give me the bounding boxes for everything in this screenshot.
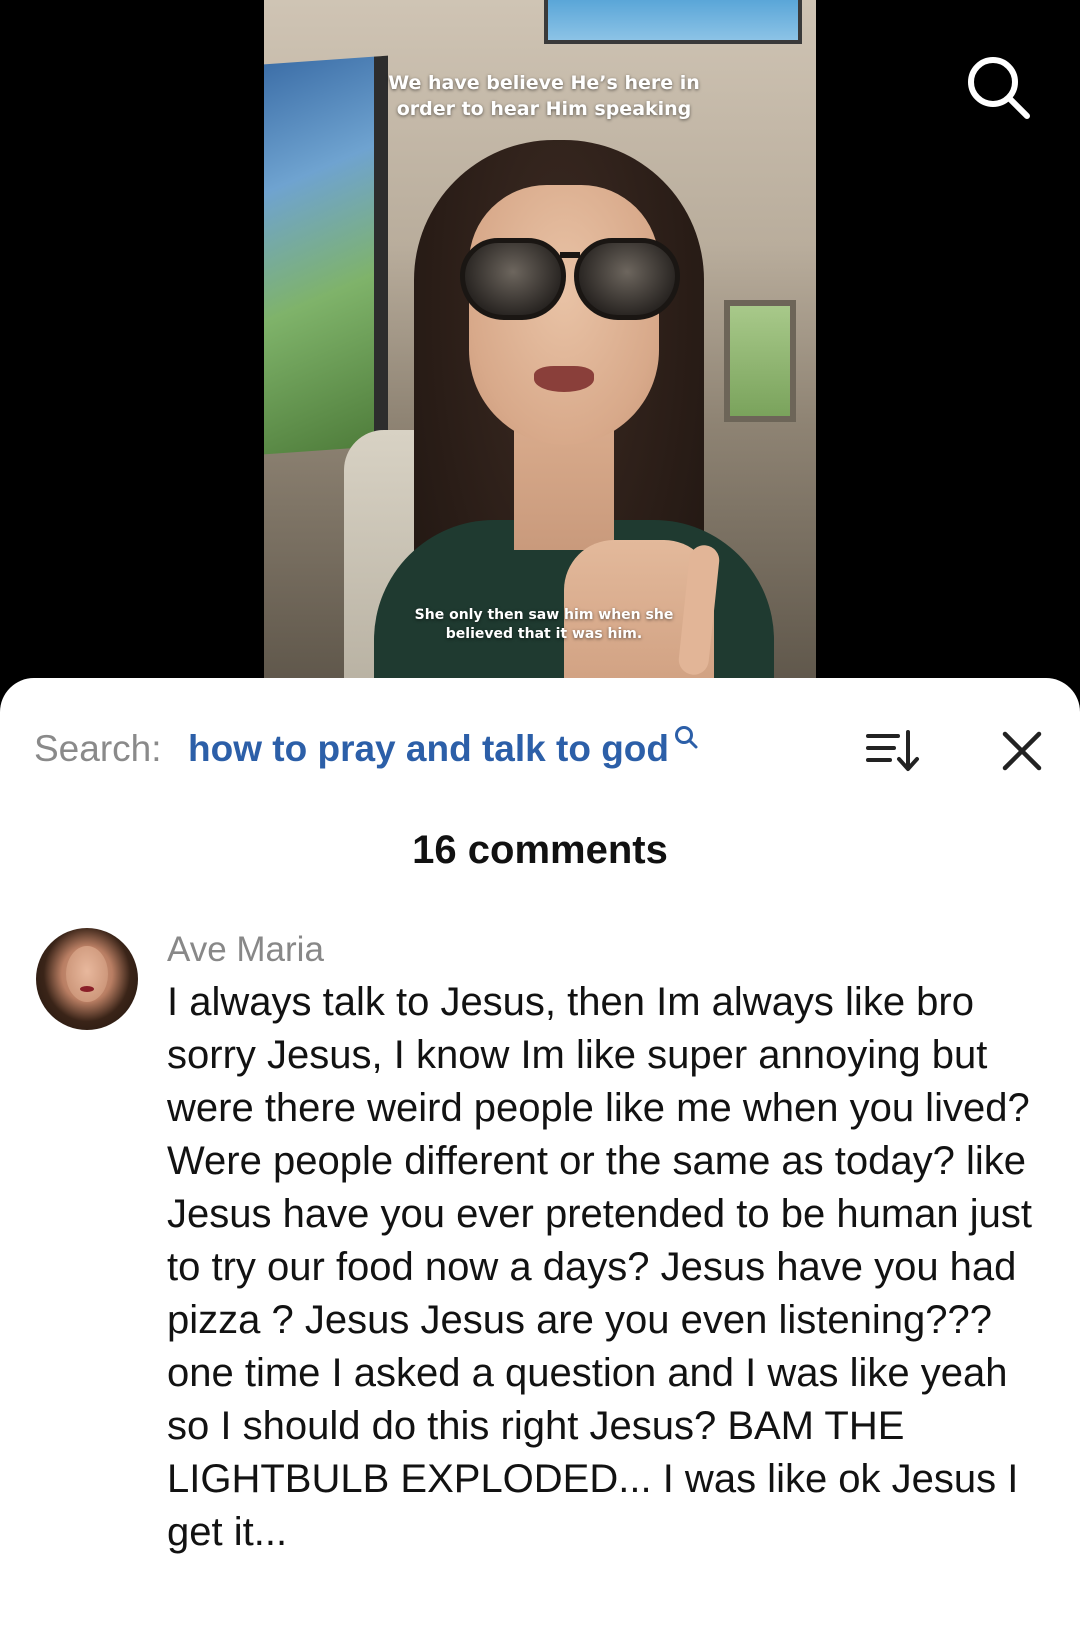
screen: We have believe He’s here in order to he… <box>0 0 1080 1625</box>
search-query-link[interactable]: how to pray and talk to god <box>188 726 699 770</box>
sunglasses-graphic <box>460 238 680 320</box>
sort-icon <box>866 730 919 771</box>
search-icon <box>675 726 698 749</box>
video-caption-top: We have believe He’s here in order to he… <box>388 72 700 120</box>
video-player[interactable]: We have believe He’s here in order to he… <box>0 0 1080 700</box>
comment-text: I always talk to Jesus, then Im always l… <box>167 980 1032 1554</box>
search-icon <box>968 57 1030 119</box>
video-caption-bottom: She only then saw him when she believed … <box>414 607 674 642</box>
search-button[interactable] <box>963 52 1033 122</box>
sort-button[interactable] <box>864 726 920 776</box>
mouth-graphic <box>534 366 594 392</box>
comment-body: Ave Maria I always talk to Jesus, then I… <box>167 928 1047 1559</box>
comment-author[interactable]: Ave Maria <box>167 928 1047 972</box>
close-button[interactable] <box>997 726 1047 776</box>
avatar[interactable] <box>36 928 138 1030</box>
search-label: Search: <box>34 728 162 769</box>
sunroof-graphic <box>544 0 802 44</box>
search-query-text: how to pray and talk to god <box>188 728 669 769</box>
video-frame[interactable]: We have believe He’s here in order to he… <box>264 0 816 700</box>
close-icon <box>1002 731 1042 771</box>
search-suggestion-row[interactable]: Search: how to pray and talk to god <box>34 718 1054 778</box>
comments-sheet: Search: how to pray and talk to god 16 c… <box>0 678 1080 1625</box>
rear-window-graphic <box>724 300 796 422</box>
comment-count: 16 comments <box>412 828 668 872</box>
